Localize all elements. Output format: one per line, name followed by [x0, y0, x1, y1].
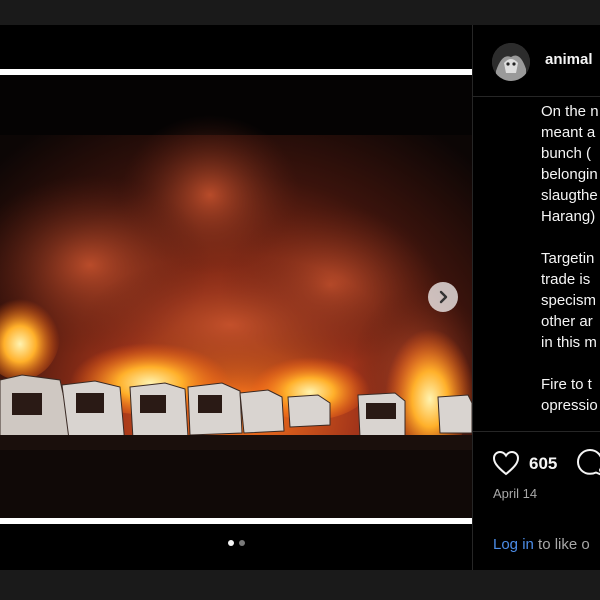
- caption-line: slaugthe: [541, 187, 598, 204]
- login-prompt: Log in to like o: [493, 536, 590, 553]
- caption-line: in this m: [541, 334, 597, 351]
- caption-line: trade is: [541, 271, 591, 288]
- like-count: 605: [529, 454, 558, 473]
- post-header: animal: [473, 25, 600, 97]
- caption-line: opressio: [541, 397, 598, 414]
- next-slide-button[interactable]: [428, 282, 458, 312]
- chevron-right-icon: [439, 290, 448, 304]
- photo-frame: [0, 69, 472, 524]
- avatar[interactable]: [492, 43, 530, 81]
- login-prompt-text: to like o: [533, 536, 590, 553]
- carousel-dot-1: [227, 540, 234, 546]
- post-actions: 605 April 14 Log in to like o: [473, 431, 600, 570]
- caption-line: belongin: [541, 166, 598, 183]
- post-caption: On the n meant a bunch ( belongin slaugthe Ha…: [541, 101, 600, 431]
- comment-icon[interactable]: [576, 448, 600, 481]
- caption-line: specism: [541, 292, 597, 309]
- post-modal: animal On the n meant a bunch ( belongin sla…: [0, 25, 600, 570]
- caption-line: On the n: [541, 103, 599, 120]
- caption-line: bunch (: [541, 145, 592, 162]
- heart-icon[interactable]: [492, 450, 520, 481]
- post-date: April 14: [493, 486, 538, 501]
- caption-line: Fire to t: [541, 376, 592, 393]
- caption-line: Harang): [541, 208, 596, 225]
- carousel-indicator: [0, 538, 472, 548]
- caption-line: other ar: [541, 313, 593, 330]
- carousel-dot-2: [238, 540, 245, 546]
- post-photo: [0, 75, 472, 518]
- media-area: [0, 25, 472, 570]
- post-sidebar: animal On the n meant a bunch ( belongin sla…: [472, 25, 600, 570]
- username-link[interactable]: animal: [545, 51, 593, 68]
- caption-line: meant a: [541, 124, 596, 141]
- caption-line: Targetin: [541, 250, 595, 267]
- login-link[interactable]: Log in: [493, 536, 534, 553]
